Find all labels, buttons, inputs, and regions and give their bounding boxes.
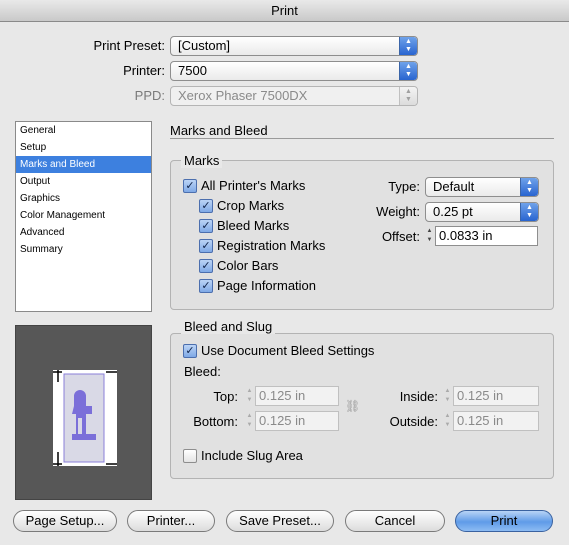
page-information-checkbox[interactable]: ✓ Page Information (199, 278, 316, 293)
popup-arrows-icon: ▲ ▼ (399, 37, 417, 55)
print-preset-popup[interactable]: [Custom] ▲ ▼ (170, 36, 418, 56)
checkmark-icon: ✓ (199, 238, 213, 253)
bleed-top-field[interactable]: ▲ ▼ 0.125 in (244, 386, 339, 406)
registration-marks-label: Registration Marks (217, 238, 326, 253)
category-output[interactable]: Output (16, 173, 151, 190)
category-general[interactable]: General (16, 122, 151, 139)
use-document-bleed-checkbox[interactable]: ✓ Use Document Bleed Settings (183, 343, 374, 358)
printer-label: Printer: (123, 63, 165, 78)
use-document-bleed-label: Use Document Bleed Settings (201, 343, 375, 358)
category-graphics[interactable]: Graphics (16, 190, 151, 207)
save-preset-button[interactable]: Save Preset... (226, 510, 334, 532)
checkmark-icon: ✓ (183, 178, 197, 193)
bleed-bottom-field[interactable]: ▲ ▼ 0.125 in (244, 411, 339, 431)
ppd-popup[interactable]: Xerox Phaser 7500DX ▲ ▼ (170, 86, 418, 106)
checkmark-icon: ✓ (199, 278, 213, 293)
type-label: Type: (388, 179, 420, 194)
page-preview (15, 325, 152, 500)
checkmark-icon: ✓ (199, 218, 213, 233)
crop-marks-checkbox[interactable]: ✓ Crop Marks (199, 198, 284, 213)
bleed-bottom-label: Bottom: (193, 414, 238, 429)
include-slug-area-label: Include Slug Area (201, 448, 303, 463)
printer-value: 7500 (178, 63, 207, 78)
popup-arrows-icon: ▲ ▼ (520, 203, 538, 221)
stepper-icon[interactable]: ▲ ▼ (442, 386, 453, 406)
category-summary[interactable]: Summary (16, 241, 151, 258)
crop-marks-label: Crop Marks (217, 198, 285, 213)
stepper-icon[interactable]: ▲ ▼ (244, 411, 255, 431)
printer-button[interactable]: Printer... (127, 510, 215, 532)
checkmark-icon: ✓ (183, 343, 197, 358)
registration-marks-checkbox[interactable]: ✓ Registration Marks (199, 238, 325, 253)
bleed-marks-label: Bleed Marks (217, 218, 290, 233)
checkbox-empty-icon: ✓ (183, 448, 197, 463)
bleed-label: Bleed: (184, 364, 221, 379)
bleed-inside-label: Inside: (399, 389, 438, 404)
include-slug-area-checkbox[interactable]: ✓ Include Slug Area (183, 448, 303, 463)
bleed-outside-field[interactable]: ▲ ▼ 0.125 in (442, 411, 539, 431)
bleed-marks-checkbox[interactable]: ✓ Bleed Marks (199, 218, 289, 233)
type-popup[interactable]: Default ▲ ▼ (425, 177, 539, 197)
marks-group-title: Marks (181, 153, 223, 168)
type-value: Default (433, 179, 475, 194)
printer-popup[interactable]: 7500 ▲ ▼ (170, 61, 418, 81)
bleed-slug-group-title: Bleed and Slug (181, 319, 276, 334)
category-advanced[interactable]: Advanced (16, 224, 151, 241)
section-title: Marks and Bleed (170, 123, 268, 138)
offset-label: Offset: (381, 229, 420, 244)
section-divider (170, 138, 554, 139)
ppd-label: PPD: (134, 88, 165, 103)
category-color-management[interactable]: Color Management (16, 207, 151, 224)
category-setup[interactable]: Setup (16, 139, 151, 156)
print-preset-value: [Custom] (178, 38, 231, 53)
window-title: Print (0, 0, 569, 22)
page-information-label: Page Information (217, 278, 317, 293)
chain-link-icon[interactable]: ⛓ (345, 398, 360, 414)
color-bars-label: Color Bars (217, 258, 279, 273)
bleed-top-input[interactable]: 0.125 in (255, 386, 339, 406)
bleed-inside-field[interactable]: ▲ ▼ 0.125 in (442, 386, 539, 406)
bleed-outside-label: Outside: (389, 414, 438, 429)
weight-label: Weight: (376, 204, 420, 219)
popup-arrows-icon: ▲ ▼ (399, 62, 417, 80)
checkmark-icon: ✓ (199, 258, 213, 273)
bleed-inside-input[interactable]: 0.125 in (453, 386, 539, 406)
weight-value: 0.25 pt (433, 204, 473, 219)
offset-input[interactable]: 0.0833 in (435, 226, 538, 246)
checkmark-icon: ✓ (199, 198, 213, 213)
print-button[interactable]: Print (455, 510, 553, 532)
all-printers-marks-label: All Printer's Marks (201, 178, 306, 193)
bleed-outside-input[interactable]: 0.125 in (453, 411, 539, 431)
stepper-icon[interactable]: ▲ ▼ (244, 386, 255, 406)
popup-arrows-icon: ▲ ▼ (399, 87, 417, 105)
popup-arrows-icon: ▲ ▼ (520, 178, 538, 196)
page-thumbnail-icon (53, 370, 117, 466)
weight-popup[interactable]: 0.25 pt ▲ ▼ (425, 202, 539, 222)
bleed-top-label: Top: (213, 389, 238, 404)
bleed-bottom-input[interactable]: 0.125 in (255, 411, 339, 431)
all-printers-marks-checkbox[interactable]: ✓ All Printer's Marks (183, 178, 305, 193)
offset-field[interactable]: ▲ ▼ 0.0833 in (424, 226, 538, 246)
color-bars-checkbox[interactable]: ✓ Color Bars (199, 258, 278, 273)
print-preset-label: Print Preset: (93, 38, 165, 53)
category-marks-and-bleed[interactable]: Marks and Bleed (16, 156, 151, 173)
stepper-icon[interactable]: ▲ ▼ (424, 226, 435, 246)
category-list[interactable]: General Setup Marks and Bleed Output Gra… (15, 121, 152, 312)
stepper-icon[interactable]: ▲ ▼ (442, 411, 453, 431)
page-setup-button[interactable]: Page Setup... (13, 510, 117, 532)
cancel-button[interactable]: Cancel (345, 510, 445, 532)
ppd-value: Xerox Phaser 7500DX (178, 88, 308, 103)
